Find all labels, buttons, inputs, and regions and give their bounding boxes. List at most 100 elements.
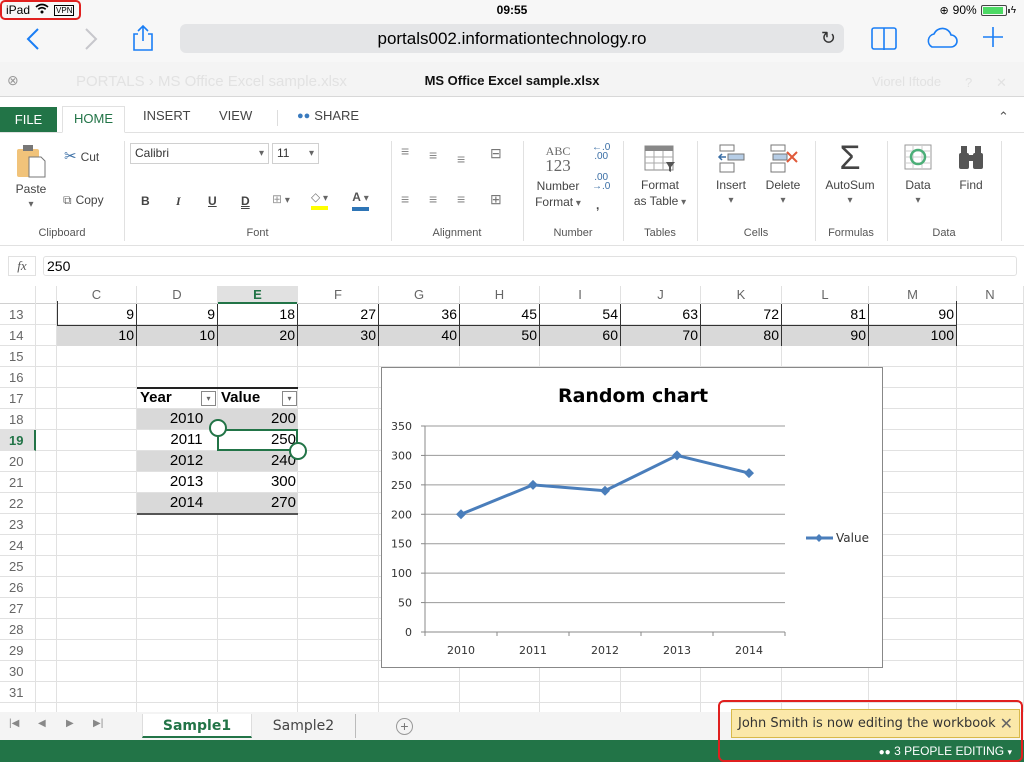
filter-dropdown-button[interactable]: ▾: [282, 391, 297, 406]
cell-f13[interactable]: 27: [298, 304, 379, 325]
cell-g13[interactable]: 36: [379, 304, 460, 325]
row-header-27[interactable]: 27: [0, 598, 36, 619]
align-middle-button[interactable]: ≡: [429, 147, 437, 163]
reload-button[interactable]: ↻: [821, 24, 836, 53]
back-button[interactable]: [26, 20, 40, 60]
table-cell[interactable]: 270: [218, 493, 299, 514]
last-sheet-button[interactable]: ▶|: [93, 718, 103, 729]
cell-j13[interactable]: 63: [621, 304, 701, 325]
row-header-13[interactable]: 13: [0, 304, 36, 325]
align-right-button[interactable]: ≡: [457, 191, 465, 207]
cell-c14[interactable]: 10: [57, 325, 137, 346]
borders-button[interactable]: ⊞ ▾: [272, 191, 290, 209]
cut-button[interactable]: ✂ Cut: [64, 149, 99, 165]
first-sheet-button[interactable]: |◀: [9, 718, 19, 729]
row-header-21[interactable]: 21: [0, 472, 36, 493]
cell-f14[interactable]: 30: [298, 325, 379, 346]
row-header-18[interactable]: 18: [0, 409, 36, 430]
autosum-button[interactable]: Σ AutoSum ▾: [822, 139, 878, 209]
align-left-button[interactable]: ≡: [401, 191, 409, 207]
row-header-31[interactable]: 31: [0, 682, 36, 703]
cell-j14[interactable]: 70: [621, 325, 701, 346]
selection-handle-top-left[interactable]: [209, 419, 227, 437]
tab-insert[interactable]: INSERT: [143, 106, 190, 133]
cell-h14[interactable]: 50: [460, 325, 540, 346]
cell-d14[interactable]: 10: [137, 325, 218, 346]
wrap-text-button[interactable]: ⊟: [490, 145, 502, 161]
row-header-24[interactable]: 24: [0, 535, 36, 556]
row-header-25[interactable]: 25: [0, 556, 36, 577]
copy-button[interactable]: ⧉ Copy: [63, 192, 104, 208]
tab-file[interactable]: FILE: [0, 107, 57, 132]
align-bottom-button[interactable]: ≡: [457, 151, 465, 167]
table-cell[interactable]: 2010: [137, 409, 218, 430]
data-button[interactable]: Data ▾: [898, 143, 938, 209]
row-header-14[interactable]: 14: [0, 325, 36, 346]
format-as-table-button[interactable]: Format as Table ▾: [628, 145, 692, 211]
select-all-corner[interactable]: [0, 286, 36, 304]
icloud-tabs-button[interactable]: [924, 27, 958, 54]
merge-center-button[interactable]: ⊞: [490, 191, 502, 207]
table-cell[interactable]: 2013: [137, 472, 218, 493]
double-underline-button[interactable]: D: [241, 193, 250, 209]
row-header-19[interactable]: 19: [0, 430, 36, 451]
increase-decimal-button[interactable]: ←.0.00: [592, 143, 610, 162]
fill-color-button[interactable]: ◇ ▾: [311, 189, 328, 210]
table-cell[interactable]: 2014: [137, 493, 218, 514]
next-sheet-button[interactable]: ▶: [66, 718, 74, 729]
tab-view[interactable]: VIEW: [219, 106, 252, 133]
column-header-b[interactable]: [36, 286, 57, 304]
italic-button[interactable]: I: [176, 193, 181, 209]
cell-l14[interactable]: 90: [782, 325, 869, 346]
cell-k13[interactable]: 72: [701, 304, 782, 325]
decrease-decimal-button[interactable]: .00 →.0: [592, 173, 610, 192]
delete-cells-button[interactable]: Delete ▾: [760, 143, 806, 209]
sheet-tab-sample2[interactable]: Sample2: [252, 714, 356, 738]
insert-cells-button[interactable]: Insert ▾: [708, 143, 754, 209]
filter-dropdown-button[interactable]: ▾: [201, 391, 216, 406]
row-header-17[interactable]: 17: [0, 388, 36, 409]
share-button[interactable]: [132, 24, 154, 57]
comma-style-button[interactable]: ,: [596, 197, 599, 213]
tab-home[interactable]: HOME: [62, 106, 125, 133]
cell-d13[interactable]: 9: [137, 304, 218, 325]
find-button[interactable]: Find: [954, 143, 988, 193]
cell-l13[interactable]: 81: [782, 304, 869, 325]
cell-e14[interactable]: 20: [218, 325, 298, 346]
formula-input[interactable]: 250: [43, 256, 1017, 276]
font-color-button[interactable]: A ▾: [352, 189, 369, 211]
url-bar[interactable]: portals002.informationtechnology.ro ↻: [180, 24, 844, 53]
row-header-29[interactable]: 29: [0, 640, 36, 661]
help-button[interactable]: ?: [965, 75, 972, 90]
cell-g14[interactable]: 40: [379, 325, 460, 346]
cell-m13[interactable]: 90: [869, 304, 957, 325]
close-app-button[interactable]: ✕: [996, 75, 1007, 91]
forward-button[interactable]: [84, 20, 98, 60]
table-cell[interactable]: 2012: [137, 451, 218, 472]
prev-sheet-button[interactable]: ◀: [38, 718, 46, 729]
row-header-22[interactable]: 22: [0, 493, 36, 514]
add-sheet-button[interactable]: +: [396, 718, 413, 735]
font-size-select[interactable]: 11 ▾: [272, 143, 319, 164]
underline-button[interactable]: U: [208, 193, 217, 209]
font-name-select[interactable]: Calibri ▾: [130, 143, 269, 164]
cell-m14[interactable]: 100: [869, 325, 957, 346]
row-header-15[interactable]: 15: [0, 346, 36, 367]
selection-handle-bottom-right[interactable]: [289, 442, 307, 460]
tab-share[interactable]: ●● SHARE: [297, 106, 359, 133]
collapse-ribbon-button[interactable]: ⌃: [998, 109, 1009, 125]
row-header-30[interactable]: 30: [0, 661, 36, 682]
row-header-28[interactable]: 28: [0, 619, 36, 640]
table-cell[interactable]: 300: [218, 472, 299, 493]
number-format-button[interactable]: ABC 123 Number Format ▾: [532, 145, 584, 212]
bold-button[interactable]: B: [141, 193, 150, 209]
paste-button[interactable]: Paste ▾: [12, 143, 50, 213]
bookmarks-button[interactable]: [871, 27, 897, 56]
insert-function-button[interactable]: fx: [8, 256, 36, 276]
align-center-button[interactable]: ≡: [429, 191, 437, 207]
table-cell[interactable]: 240: [218, 451, 299, 472]
table-cell[interactable]: 2011: [137, 430, 218, 451]
row-header-23[interactable]: 23: [0, 514, 36, 535]
cell-c13[interactable]: 9: [57, 304, 137, 325]
line-chart[interactable]: Random chart 0 50 100 150 200 250 300 350 2010 201…: [381, 367, 883, 668]
